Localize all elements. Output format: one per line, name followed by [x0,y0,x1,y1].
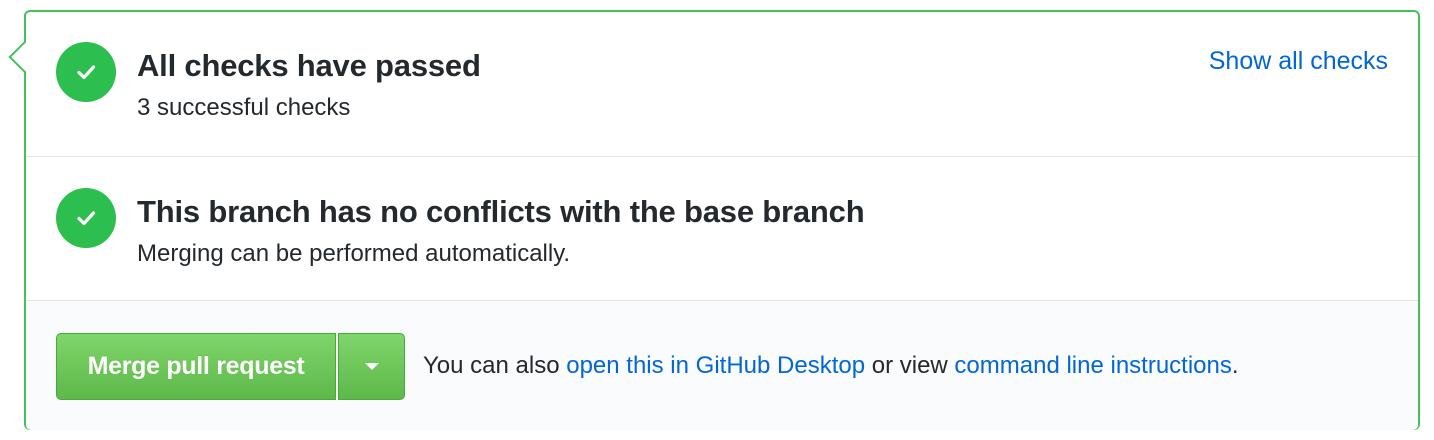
merge-button-group: Merge pull request [56,333,405,400]
help-middle: or view [865,352,955,379]
conflicts-subtitle: Merging can be performed automatically. [137,240,571,267]
merge-pull-request-button[interactable]: Merge pull request [56,333,336,400]
check-icon [56,188,116,248]
merge-help-text: You can also open this in GitHub Desktop… [423,352,1239,380]
command-line-instructions-link[interactable]: command line instructions [954,352,1231,379]
merge-options-dropdown-button[interactable] [338,333,405,400]
caret-down-icon [364,363,379,370]
help-prefix: You can also [423,352,567,379]
show-all-checks-link[interactable]: Show all checks [1209,47,1388,76]
checks-section: All checks have passed 3 successful chec… [26,12,1418,156]
merge-actions-section: Merge pull request You can also open thi… [26,300,1418,430]
check-icon [56,42,116,102]
checks-subtitle: 3 successful checks [137,94,351,121]
conflicts-section: This branch has no conflicts with the ba… [26,156,1418,300]
help-suffix: . [1231,352,1239,379]
conflicts-title: This branch has no conflicts with the ba… [137,194,865,229]
open-in-desktop-link[interactable]: open this in GitHub Desktop [566,352,865,379]
checks-title: All checks have passed [137,48,481,83]
merge-status-box: All checks have passed 3 successful chec… [8,10,1420,430]
